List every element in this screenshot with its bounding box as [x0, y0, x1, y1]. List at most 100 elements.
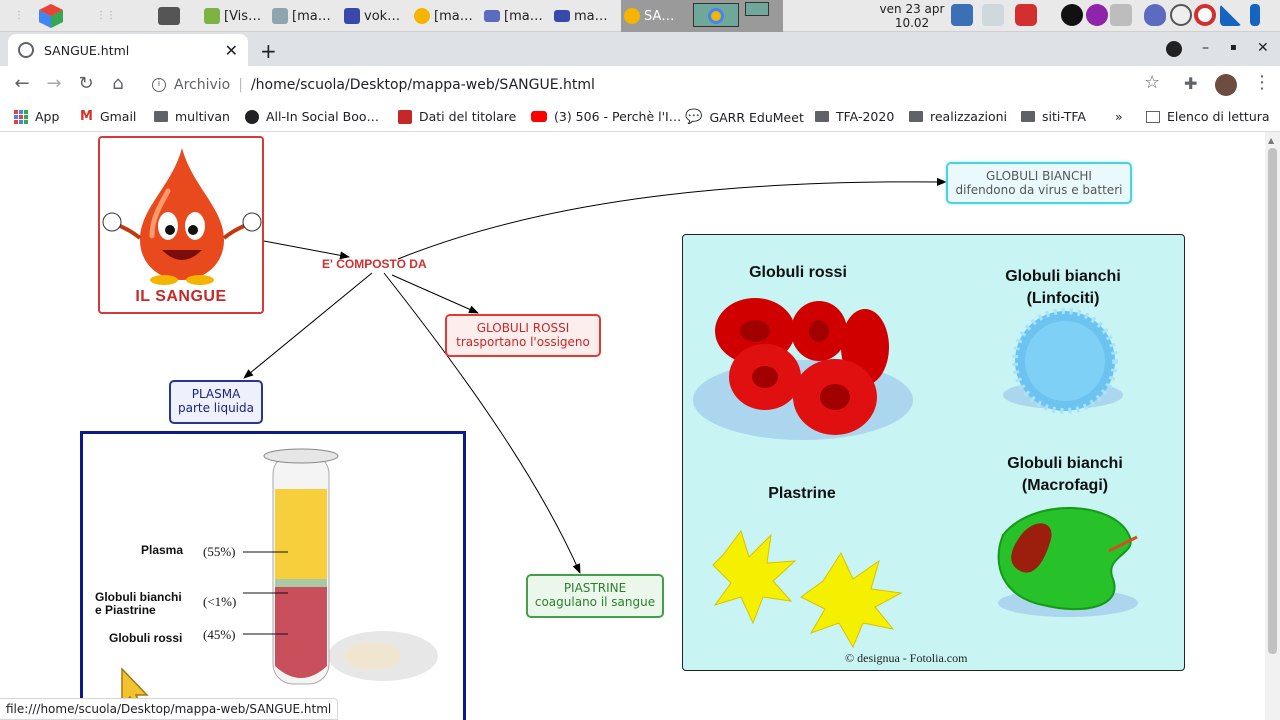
page-scrollbar[interactable]: ▲ [1265, 132, 1280, 720]
root-node-label: IL SANGUE [135, 288, 227, 305]
task-label: SA… [644, 8, 675, 24]
network-icon[interactable] [982, 4, 1004, 26]
taskbar-task[interactable]: [ma… [414, 4, 478, 28]
folder-icon [484, 10, 500, 22]
maximize-button[interactable]: ▪ [1230, 42, 1237, 53]
workspace-1[interactable] [693, 3, 739, 27]
bookmark-label: GARR EduMeet [709, 109, 804, 125]
address-bar[interactable]: i Archivio | /home/scuola/Desktop/mappa-… [142, 69, 1172, 100]
node-plasma[interactable]: PLASMA parte liquida [169, 380, 263, 424]
cells-drawing-icon [693, 298, 1138, 649]
taskbar-camera[interactable] [158, 4, 198, 28]
bookmarks-overflow-button[interactable]: » [1115, 109, 1123, 124]
address-scheme: Archivio [174, 76, 231, 93]
bookmark-multivan[interactable]: multivan [154, 109, 230, 124]
bookmark-tfa2020[interactable]: TFA-2020 [815, 109, 894, 124]
bookmark-sititfa[interactable]: siti-TFA [1021, 109, 1086, 124]
page-viewport: IL SANGUE E' COMPOSTO DA GLOBULI BIANCHI… [0, 132, 1265, 720]
monitor-icon[interactable] [951, 4, 973, 26]
volume-icon[interactable] [1110, 4, 1132, 26]
node-globuli-bianchi[interactable]: GLOBULI BIANCHI difendono da virus e bat… [946, 162, 1132, 204]
bookmark-label: (3) 506 - Perchè l'I… [554, 109, 682, 124]
bookmark-label: siti-TFA [1042, 109, 1086, 124]
close-window-button[interactable]: ✕ [1257, 40, 1269, 56]
address-path: /home/scuola/Desktop/mappa-web/SANGUE.ht… [250, 76, 595, 93]
firefox-icon[interactable] [1086, 4, 1108, 26]
node-title: PLASMA [191, 387, 241, 401]
info-icon[interactable]: i [152, 77, 166, 92]
menu-icon[interactable]: ⋮ [1253, 72, 1271, 93]
taskbar-task[interactable]: [ma… [272, 4, 336, 28]
bookmark-label: App [35, 109, 60, 124]
reading-list-icon [1146, 110, 1160, 123]
taskbar: ⋮ ⋮⋮ [Vis… [ma… vok… [ma… [ma… ma… SA… v… [0, 0, 1280, 32]
node-description: parte liquida [177, 401, 254, 415]
bookmark-allin[interactable]: All-In Social Boo… [245, 109, 379, 124]
gmail-icon: M [80, 109, 93, 124]
bookmarks-bar: App M Gmail multivan All-In Social Boo… … [0, 103, 1280, 132]
node-title: PIASTRINE [563, 581, 627, 595]
profile-avatar[interactable] [1215, 74, 1237, 96]
image-credit: © designua - Fotolia.com [845, 651, 968, 665]
bookmark-app[interactable]: App [14, 109, 59, 124]
reading-list-label: Elenco di lettura [1167, 109, 1270, 124]
node-globuli-rossi[interactable]: GLOBULI ROSSI trasportano l'ossigeno [445, 314, 601, 357]
blood-drop-mascot-icon [102, 148, 262, 285]
taskbar-task[interactable]: ma… [554, 4, 618, 28]
tube-pct-bianchi: (<1%) [203, 594, 237, 609]
chrome-icon [414, 8, 430, 24]
tab-search-icon[interactable] [1166, 41, 1182, 57]
scrollbar-thumb[interactable] [1268, 148, 1277, 654]
reload-button[interactable]: ↻ [74, 72, 98, 96]
image-viewer-icon [204, 8, 220, 24]
task-label: [ma… [292, 8, 331, 24]
tab-sangue[interactable]: SANGUE.html ✕ [8, 34, 248, 66]
record-icon[interactable] [1194, 4, 1216, 26]
eye-icon[interactable] [1170, 4, 1192, 26]
link-root-to-composto [263, 240, 350, 260]
desktop-logo-icon[interactable] [38, 3, 64, 29]
close-tab-icon[interactable]: ✕ [225, 41, 238, 60]
bookmark-garr[interactable]: 💬 GARR EduMeet [685, 109, 804, 125]
new-tab-button[interactable]: + [260, 39, 277, 63]
back-button[interactable]: ← [10, 72, 34, 96]
clock[interactable]: ven 23 apr 10.02 [874, 2, 950, 30]
extensions-icon[interactable]: ✚ [1184, 74, 1197, 93]
doc-icon [398, 109, 412, 124]
minimize-button[interactable]: – [1202, 40, 1209, 56]
bookmark-dati[interactable]: Dati del titolare [398, 109, 516, 124]
node-description: difendono da virus e batteri [955, 183, 1123, 197]
task-label: ma… [574, 8, 608, 24]
root-node-il-sangue[interactable]: IL SANGUE [98, 136, 264, 314]
bookmark-label: realizzazioni [930, 109, 1008, 124]
power-icon[interactable] [1015, 4, 1037, 26]
battery-icon[interactable] [1250, 4, 1260, 26]
tube-pct-plasma: (55%) [203, 544, 236, 559]
home-button[interactable]: ⌂ [106, 72, 130, 96]
bookmark-gmail[interactable]: M Gmail [80, 109, 136, 124]
bookmark-youtube[interactable]: (3) 506 - Perchè l'I… [531, 109, 681, 124]
node-piastrine[interactable]: PIASTRINE coagulano il sangue [526, 574, 664, 618]
tab-title: SANGUE.html [44, 42, 130, 58]
bluetooth-icon[interactable] [1061, 4, 1083, 26]
chrome-icon [708, 8, 724, 24]
taskbar-task[interactable]: vok… [344, 4, 408, 28]
workspace-2[interactable] [745, 2, 769, 16]
taskbar-task-active[interactable]: SA… [624, 4, 688, 28]
link-to-globuli-rossi [391, 274, 479, 314]
bookmark-label: Gmail [99, 109, 137, 124]
scroll-up-icon[interactable]: ▲ [1268, 136, 1274, 145]
signal-icon[interactable] [1220, 4, 1242, 26]
taskbar-task[interactable]: [ma… [484, 4, 548, 28]
folder-icon [909, 111, 923, 122]
task-label: [ma… [504, 8, 543, 24]
bookmark-realizzazioni[interactable]: realizzazioni [909, 109, 1007, 124]
reading-list-button[interactable]: Elenco di lettura [1146, 109, 1270, 124]
forward-button[interactable]: → [42, 72, 66, 96]
clock-time: 10.02 [894, 16, 930, 30]
bookmark-label: TFA-2020 [836, 109, 895, 124]
bookmark-star-icon[interactable]: ☆ [1144, 72, 1160, 93]
info-shield-icon[interactable] [1144, 4, 1166, 26]
taskbar-task[interactable]: [Vis… [204, 4, 268, 28]
status-bar-url: file:///home/scuola/Desktop/mappa-web/SA… [0, 698, 339, 720]
